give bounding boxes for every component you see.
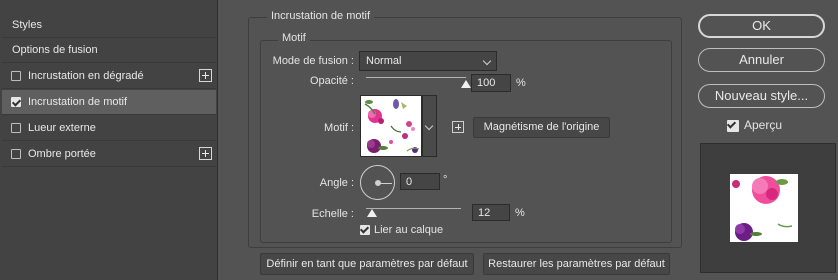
group-title: Motif bbox=[278, 32, 310, 44]
reset-default-button[interactable]: Restaurer les paramètres par défaut bbox=[483, 253, 670, 275]
snap-to-origin-button[interactable]: Magnétisme de l'origine bbox=[473, 117, 610, 138]
blend-mode-value: Normal bbox=[366, 55, 402, 67]
link-with-layer-checkbox[interactable] bbox=[360, 225, 370, 235]
scale-unit: % bbox=[515, 207, 525, 219]
pattern-label: Motif : bbox=[324, 122, 354, 134]
floral-pattern-thumbnail bbox=[361, 96, 421, 156]
gradient-overlay-item[interactable]: Incrustation en dégradé bbox=[2, 64, 216, 89]
preview-label: Aperçu bbox=[744, 118, 783, 132]
styles-item[interactable]: Styles bbox=[2, 13, 216, 38]
pattern-overlay-item[interactable]: Incrustation de motif bbox=[2, 90, 216, 115]
opacity-input[interactable]: 100 bbox=[471, 74, 511, 92]
pattern-overlay-checkbox[interactable] bbox=[11, 97, 21, 107]
opacity-slider-thumb[interactable] bbox=[461, 80, 471, 88]
outer-glow-checkbox[interactable] bbox=[11, 123, 21, 133]
style-preview-thumbnail bbox=[730, 174, 798, 242]
add-drop-shadow-plus-icon[interactable] bbox=[199, 147, 212, 160]
opacity-label: Opacité : bbox=[309, 75, 354, 87]
outer-glow-item[interactable]: Lueur externe bbox=[2, 116, 216, 141]
blend-mode-select[interactable]: Normal bbox=[359, 51, 497, 71]
opacity-unit: % bbox=[516, 77, 526, 89]
scale-label: Echelle : bbox=[311, 208, 354, 220]
angle-unit: ° bbox=[443, 174, 448, 186]
outer-glow-label: Lueur externe bbox=[28, 122, 96, 134]
gradient-overlay-checkbox[interactable] bbox=[11, 71, 21, 81]
styles-list-panel: Styles Options de fusion Incrustation en… bbox=[0, 0, 218, 280]
pattern-picker-dropdown[interactable] bbox=[422, 95, 437, 157]
opacity-slider-track[interactable] bbox=[366, 77, 466, 78]
cancel-button[interactable]: Annuler bbox=[698, 48, 825, 72]
scale-slider-track[interactable] bbox=[366, 208, 461, 209]
gradient-overlay-label: Incrustation en dégradé bbox=[28, 70, 144, 82]
angle-label: Angle : bbox=[319, 177, 354, 189]
opacity-value: 100 bbox=[477, 77, 496, 89]
add-gradient-overlay-plus-icon[interactable] bbox=[199, 69, 212, 82]
link-with-layer-label: Lier au calque bbox=[374, 224, 444, 236]
drop-shadow-checkbox[interactable] bbox=[11, 149, 21, 159]
pattern-swatch[interactable] bbox=[360, 95, 422, 157]
set-default-button[interactable]: Définir en tant que paramètres par défau… bbox=[260, 253, 474, 275]
pattern-overlay-label: Incrustation de motif bbox=[28, 96, 128, 108]
section-title: Incrustation de motif bbox=[267, 10, 375, 22]
style-preview-box bbox=[700, 143, 836, 273]
blending-options-label: Options de fusion bbox=[12, 44, 98, 56]
scale-slider-thumb[interactable] bbox=[366, 209, 377, 217]
styles-item-label: Styles bbox=[12, 19, 42, 31]
scale-input[interactable]: 12 bbox=[472, 204, 510, 221]
angle-dial[interactable] bbox=[360, 165, 395, 200]
blend-mode-label: Mode de fusion : bbox=[272, 55, 354, 67]
angle-input[interactable]: 0 bbox=[400, 173, 440, 190]
chevron-down-icon bbox=[482, 56, 492, 66]
angle-value: 0 bbox=[406, 176, 413, 188]
new-pattern-preset-plus-icon[interactable] bbox=[452, 121, 464, 133]
angle-dial-center bbox=[375, 180, 381, 186]
chevron-down-icon bbox=[424, 121, 434, 131]
blending-options-item[interactable]: Options de fusion bbox=[2, 38, 216, 63]
preview-checkbox[interactable] bbox=[727, 120, 739, 132]
drop-shadow-label: Ombre portée bbox=[28, 148, 96, 160]
new-style-button[interactable]: Nouveau style... bbox=[698, 84, 825, 108]
scale-value: 12 bbox=[478, 207, 491, 219]
ok-button[interactable]: OK bbox=[698, 14, 825, 38]
drop-shadow-item[interactable]: Ombre portée bbox=[2, 142, 216, 167]
